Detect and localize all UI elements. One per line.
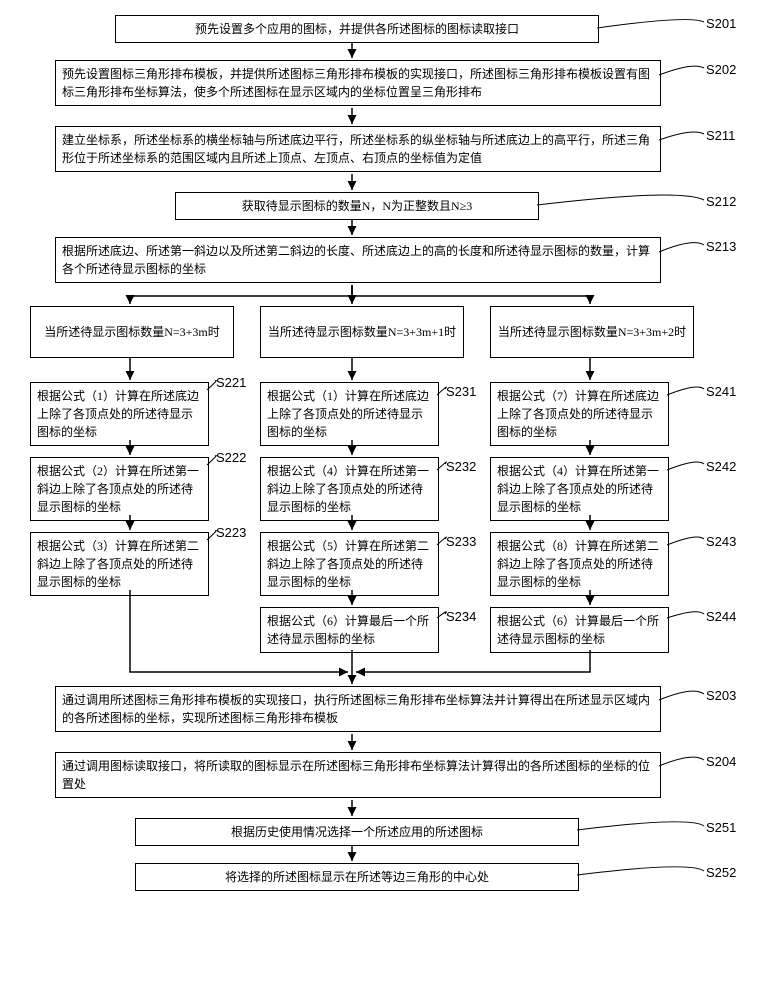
label-s243: S243: [706, 534, 736, 549]
label-s204: S204: [706, 754, 736, 769]
branch-left-head: 当所述待显示图标数量N=3+3m时: [30, 306, 234, 358]
label-s221: S221: [216, 375, 246, 390]
label-s241: S241: [706, 384, 736, 399]
label-s244: S244: [706, 609, 736, 624]
label-s213: S213: [706, 239, 736, 254]
step-s202: 预先设置图标三角形排布模板，并提供所述图标三角形排布模板的实现接口，所述图标三角…: [55, 60, 661, 106]
label-s212: S212: [706, 194, 736, 209]
step-s232: 根据公式（4）计算在所述第一斜边上除了各顶点处的所述待显示图标的坐标: [260, 457, 439, 521]
step-s222: 根据公式（2）计算在所述第一斜边上除了各顶点处的所述待显示图标的坐标: [30, 457, 209, 521]
step-s233: 根据公式（5）计算在所述第二斜边上除了各顶点处的所述待显示图标的坐标: [260, 532, 439, 596]
step-s211: 建立坐标系，所述坐标系的横坐标轴与所述底边平行，所述坐标系的纵坐标轴与所述底边上…: [55, 126, 661, 172]
step-s234: 根据公式（6）计算最后一个所述待显示图标的坐标: [260, 607, 439, 653]
step-s221: 根据公式（1）计算在所述底边上除了各顶点处的所述待显示图标的坐标: [30, 382, 209, 446]
label-s223: S223: [216, 525, 246, 540]
label-s251: S251: [706, 820, 736, 835]
label-s222: S222: [216, 450, 246, 465]
flowchart: { "boxes": { "s201": "预先设置多个应用的图标，并提供各所述…: [0, 0, 765, 1000]
step-s212: 获取待显示图标的数量N，N为正整数且N≥3: [175, 192, 539, 220]
step-s203: 通过调用所述图标三角形排布模板的实现接口，执行所述图标三角形排布坐标算法并计算得…: [55, 686, 661, 732]
branch-mid-head: 当所述待显示图标数量N=3+3m+1时: [260, 306, 464, 358]
step-s201: 预先设置多个应用的图标，并提供各所述图标的图标读取接口: [115, 15, 599, 43]
label-s233: S233: [446, 534, 476, 549]
label-s202: S202: [706, 62, 736, 77]
label-s232: S232: [446, 459, 476, 474]
step-s231: 根据公式（1）计算在所述底边上除了各顶点处的所述待显示图标的坐标: [260, 382, 439, 446]
step-s204: 通过调用图标读取接口，将所读取的图标显示在所述图标三角形排布坐标算法计算得出的各…: [55, 752, 661, 798]
label-s201: S201: [706, 16, 736, 31]
step-s251: 根据历史使用情况选择一个所述应用的所述图标: [135, 818, 579, 846]
label-s231: S231: [446, 384, 476, 399]
step-s252: 将选择的所述图标显示在所述等边三角形的中心处: [135, 863, 579, 891]
step-s241: 根据公式（7）计算在所述底边上除了各顶点处的所述待显示图标的坐标: [490, 382, 669, 446]
label-s211: S211: [706, 128, 735, 143]
step-s213: 根据所述底边、所述第一斜边以及所述第二斜边的长度、所述底边上的高的长度和所述待显…: [55, 237, 661, 283]
step-s242: 根据公式（4）计算在所述第一斜边上除了各顶点处的所述待显示图标的坐标: [490, 457, 669, 521]
label-s234: S234: [446, 609, 476, 624]
label-s252: S252: [706, 865, 736, 880]
label-s242: S242: [706, 459, 736, 474]
step-s244: 根据公式（6）计算最后一个所述待显示图标的坐标: [490, 607, 669, 653]
branch-right-head: 当所述待显示图标数量N=3+3m+2时: [490, 306, 694, 358]
label-s203: S203: [706, 688, 736, 703]
step-s223: 根据公式（3）计算在所述第二斜边上除了各顶点处的所述待显示图标的坐标: [30, 532, 209, 596]
step-s243: 根据公式（8）计算在所述第二斜边上除了各顶点处的所述待显示图标的坐标: [490, 532, 669, 596]
